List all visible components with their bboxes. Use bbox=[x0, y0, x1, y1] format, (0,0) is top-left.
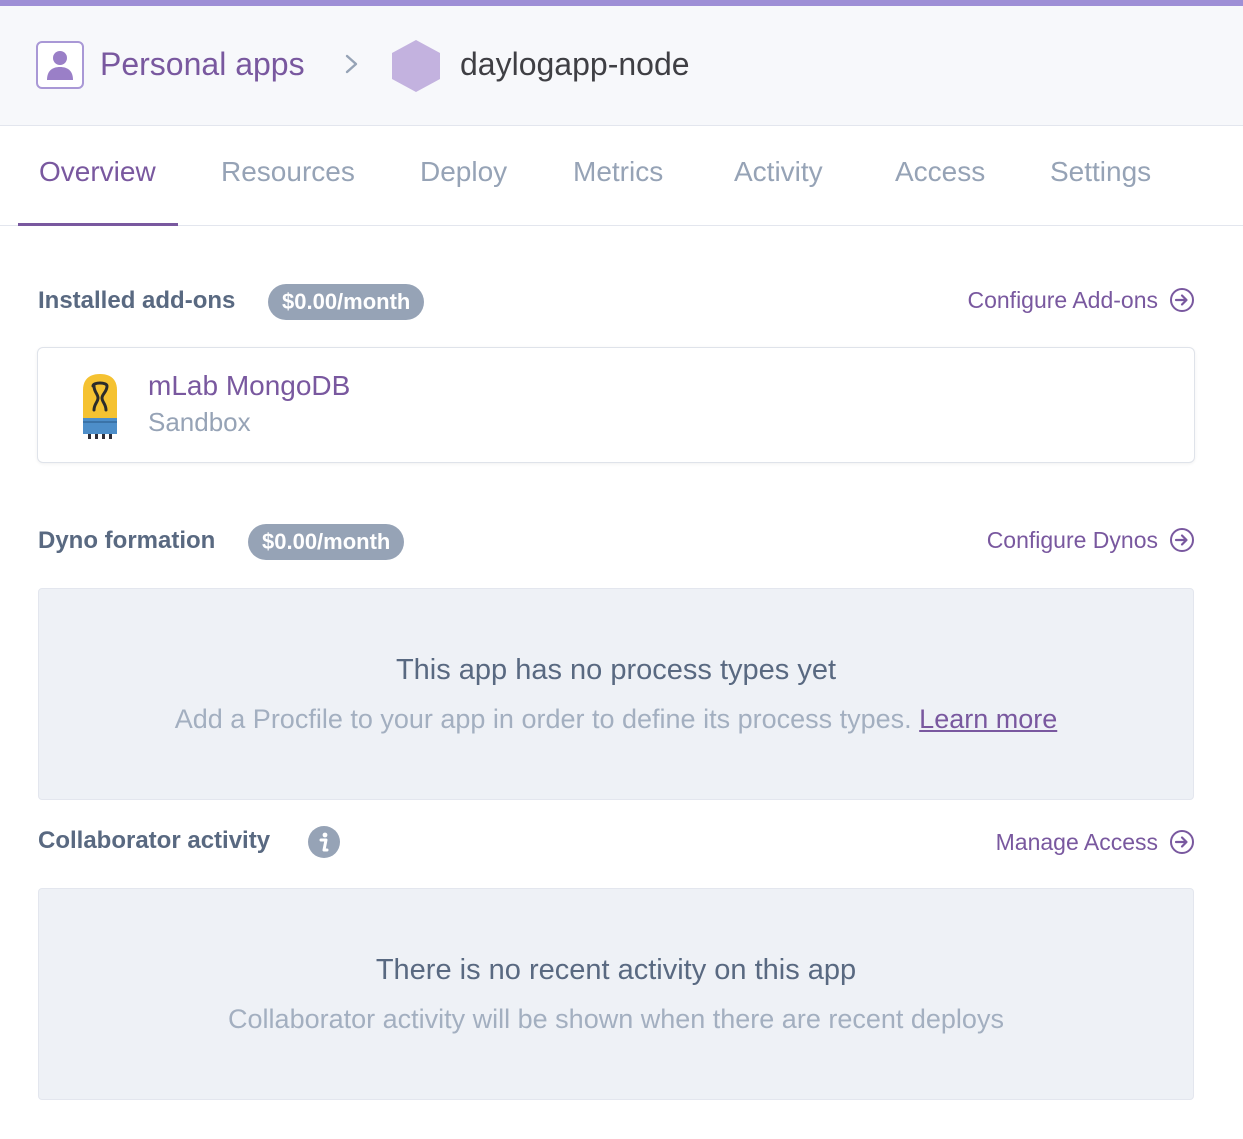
addon-name[interactable]: mLab MongoDB bbox=[148, 368, 350, 404]
tab-overview[interactable]: Overview bbox=[39, 154, 156, 190]
collaborators-empty-panel: There is no recent activity on this app … bbox=[38, 888, 1194, 1100]
dynos-empty-text: Add a Procfile to your app in order to d… bbox=[39, 701, 1193, 737]
arrow-circle-right-icon[interactable] bbox=[1169, 287, 1195, 313]
dynos-price-badge: $0.00/month bbox=[248, 524, 405, 560]
tab-resources[interactable]: Resources bbox=[221, 154, 355, 190]
app-header: Personal apps daylogapp-node bbox=[0, 6, 1243, 126]
collaborators-empty-title: There is no recent activity on this app bbox=[375, 954, 857, 986]
tab-activity[interactable]: Activity bbox=[734, 154, 823, 190]
addon-plan: Sandbox bbox=[148, 407, 251, 437]
breadcrumb-app-name: daylogapp-node bbox=[460, 46, 690, 82]
app-hexagon-icon bbox=[392, 40, 440, 92]
dynos-section-title: Dyno formation bbox=[38, 527, 216, 554]
configure-addons-link[interactable]: Configure Add-ons bbox=[967, 284, 1158, 316]
dynos-empty-title: This app has no process types yet bbox=[395, 654, 837, 686]
tab-access[interactable]: Access bbox=[895, 154, 985, 190]
tab-metrics[interactable]: Metrics bbox=[573, 154, 663, 190]
configure-dynos-link[interactable]: Configure Dynos bbox=[987, 524, 1158, 556]
chevron-right-icon bbox=[345, 54, 358, 74]
arrow-circle-right-icon[interactable] bbox=[1169, 829, 1195, 855]
addons-price-badge: $0.00/month bbox=[268, 284, 425, 320]
personal-account-icon[interactable] bbox=[36, 41, 84, 89]
active-tab-indicator bbox=[18, 223, 178, 226]
addon-card[interactable]: mLab MongoDB Sandbox bbox=[37, 347, 1195, 463]
dynos-empty-description: Add a Procfile to your app in order to d… bbox=[174, 704, 912, 734]
addons-section-title: Installed add-ons bbox=[38, 287, 236, 314]
tab-deploy[interactable]: Deploy bbox=[420, 154, 507, 190]
app-nav-tabs: Overview Resources Deploy Metrics Activi… bbox=[0, 126, 1243, 226]
arrow-circle-right-icon[interactable] bbox=[1169, 527, 1195, 553]
dynos-empty-panel: This app has no process types yet Add a … bbox=[38, 588, 1194, 800]
mlab-logo-icon bbox=[83, 374, 117, 439]
tab-settings[interactable]: Settings bbox=[1050, 154, 1151, 190]
manage-access-link[interactable]: Manage Access bbox=[996, 826, 1158, 858]
collaborators-empty-text: Collaborator activity will be shown when… bbox=[228, 1004, 1004, 1034]
learn-more-link[interactable]: Learn more bbox=[919, 704, 1057, 734]
info-icon[interactable] bbox=[307, 825, 341, 859]
collaborators-section-title: Collaborator activity bbox=[38, 827, 271, 854]
breadcrumb-personal-apps[interactable]: Personal apps bbox=[100, 42, 305, 86]
